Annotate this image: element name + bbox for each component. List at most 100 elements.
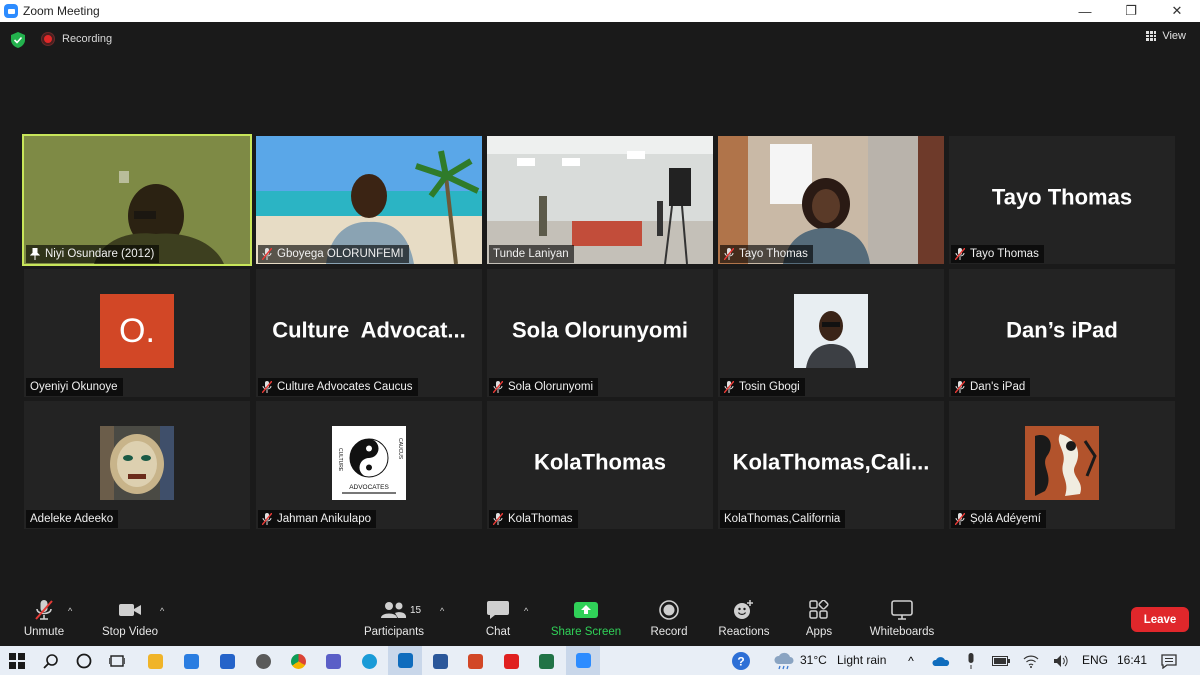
video-tile-tosin-gbogi[interactable]: Tosin Gbogi — [718, 269, 944, 397]
video-tile-dans-ipad[interactable]: Dan’s iPad Dan's iPad — [949, 269, 1175, 397]
participant-name: Oyeniyi Okunoye — [30, 381, 118, 393]
video-tile-tayo-thomas[interactable]: Tayo Thomas Tayo Thomas — [949, 136, 1175, 264]
weather-description[interactable]: Light rain — [837, 653, 886, 667]
video-tile-gboyega[interactable]: Gboyega OLORUNFEMI — [256, 136, 482, 264]
word-icon[interactable] — [429, 650, 451, 672]
participant-name: Ṣọlá Adéyẹmí — [970, 513, 1041, 525]
reactions-button[interactable]: Reactions — [704, 596, 784, 646]
share-screen-icon — [574, 602, 598, 618]
mail-icon[interactable] — [216, 650, 238, 672]
video-tile-adeleke-adeeko[interactable]: Adeleke Adeeko — [24, 401, 250, 529]
participant-name: Dan's iPad — [970, 381, 1026, 393]
unmute-button[interactable]: Unmute — [4, 596, 84, 646]
weather-temperature[interactable]: 31°C — [800, 653, 827, 667]
share-screen-button[interactable]: Share Screen — [546, 596, 626, 646]
outlook-icon[interactable] — [388, 646, 422, 675]
stop-video-button[interactable]: Stop Video — [90, 596, 170, 646]
encryption-shield-icon[interactable] — [11, 32, 25, 48]
whiteboards-button[interactable]: Whiteboards — [862, 596, 942, 646]
help-icon[interactable]: ? — [730, 650, 752, 672]
participant-name: Tosin Gbogi — [739, 381, 800, 393]
close-button[interactable]: ✕ — [1154, 0, 1200, 22]
participant-display-name: KolaThomas,Cali... — [732, 449, 930, 475]
minimize-button[interactable]: — — [1062, 0, 1108, 22]
cortana-icon[interactable] — [73, 650, 95, 672]
audio-options-caret-icon[interactable]: ^ — [68, 606, 78, 616]
record-label: Record — [650, 626, 688, 638]
powerpoint-icon[interactable] — [464, 650, 486, 672]
participant-name-tag: Sola Olorunyomi — [489, 378, 599, 396]
recording-indicator[interactable]: Recording — [42, 33, 112, 45]
apps-button[interactable]: Apps — [779, 596, 859, 646]
grid-icon — [1146, 31, 1157, 41]
file-explorer-icon[interactable] — [144, 650, 166, 672]
video-tile-tunde-laniyan[interactable]: Tunde Laniyan — [487, 136, 713, 264]
participant-name-tag: Tayo Thomas — [951, 245, 1044, 263]
onedrive-icon[interactable] — [930, 650, 952, 672]
participant-name-tag: Niyi Osundare (2012) — [26, 245, 160, 263]
avatar — [100, 426, 174, 500]
participants-options-caret-icon[interactable]: ^ — [440, 606, 450, 616]
participants-button[interactable]: Participants — [354, 596, 434, 646]
participant-display-name: Sola Olorunyomi — [511, 317, 689, 343]
participant-name-tag: Tosin Gbogi — [720, 378, 805, 396]
record-button[interactable]: Record — [629, 596, 709, 646]
chevron-up-icon[interactable]: ^ — [900, 650, 922, 672]
windows-start-icon[interactable] — [6, 650, 28, 672]
battery-icon[interactable] — [990, 650, 1012, 672]
teams-icon[interactable] — [322, 650, 344, 672]
clock[interactable]: 16:41 — [1117, 653, 1147, 667]
search-icon[interactable] — [40, 650, 62, 672]
zoom-app-icon — [4, 4, 18, 18]
participant-name-tag: Tayo Thomas — [720, 245, 813, 263]
participants-label: Participants — [363, 626, 425, 638]
video-tile-sola-adeyemi[interactable]: Ṣọlá Adéyẹmí — [949, 401, 1175, 529]
video-tile-jahman-anikulapo[interactable]: CULTURE CAUCUS ADVOCATES Jahman Anikulap… — [256, 401, 482, 529]
microphone-icon[interactable] — [960, 650, 982, 672]
video-tile-kolathomas-california[interactable]: KolaThomas,Cali... KolaThomas,California — [718, 401, 944, 529]
participant-name: Sola Olorunyomi — [508, 381, 594, 393]
culture-advocates-logo: CULTURE CAUCUS ADVOCATES — [332, 426, 406, 500]
video-tile-oyeniyi-okunoye[interactable]: O. Oyeniyi Okunoye — [24, 269, 250, 397]
share-screen-label: Share Screen — [550, 626, 622, 638]
vpn-icon[interactable] — [252, 650, 274, 672]
language-indicator[interactable]: ENG — [1082, 653, 1108, 667]
video-tile-kolathomas[interactable]: KolaThomas KolaThomas — [487, 401, 713, 529]
edge-icon[interactable] — [358, 650, 380, 672]
leave-button[interactable]: Leave — [1131, 607, 1189, 632]
excel-icon[interactable] — [535, 650, 557, 672]
video-tile-niyi-osundare[interactable]: Niyi Osundare (2012) — [22, 134, 252, 266]
zoom-taskbar-icon[interactable] — [566, 646, 600, 675]
avatar: O. — [100, 294, 174, 368]
video-tile-culture-advocates[interactable]: Culture Advocat... Culture Advocates Cau… — [256, 269, 482, 397]
participant-name: Jahman Anikulapo — [277, 513, 371, 525]
notifications-icon[interactable] — [1158, 650, 1180, 672]
meeting-toolbar: Unmute ^ Stop Video ^ Participants 15 ^ … — [0, 596, 1200, 646]
acrobat-icon[interactable] — [500, 650, 522, 672]
video-camera-icon — [119, 604, 141, 616]
video-tile-tayo-thomas-video[interactable]: Tayo Thomas — [718, 136, 944, 264]
participant-name: Adeleke Adeeko — [30, 513, 114, 525]
microsoft-store-icon[interactable] — [180, 650, 202, 672]
wifi-icon[interactable] — [1020, 650, 1042, 672]
volume-icon[interactable] — [1050, 650, 1072, 672]
chrome-icon[interactable] — [287, 650, 309, 672]
muted-mic-icon — [262, 513, 272, 525]
video-options-caret-icon[interactable]: ^ — [160, 606, 170, 616]
task-view-icon[interactable] — [106, 650, 128, 672]
participant-name-tag: Tunde Laniyan — [489, 245, 574, 263]
participant-display-name: KolaThomas — [533, 449, 667, 475]
chat-options-caret-icon[interactable]: ^ — [524, 606, 534, 616]
svg-text:?: ? — [737, 655, 744, 669]
participant-name-tag: Gboyega OLORUNFEMI — [258, 245, 409, 263]
avatar — [794, 294, 868, 368]
chat-button[interactable]: Chat — [458, 596, 538, 646]
participant-name-tag: Adeleke Adeeko — [26, 510, 119, 528]
restore-button[interactable]: ❐ — [1108, 0, 1154, 22]
participant-display-name: Dan’s iPad — [1006, 317, 1118, 343]
view-button[interactable]: View — [1146, 30, 1186, 42]
video-tile-sola-olorunyomi[interactable]: Sola Olorunyomi Sola Olorunyomi — [487, 269, 713, 397]
participant-name: Niyi Osundare (2012) — [45, 248, 155, 260]
participant-name: Tayo Thomas — [739, 248, 808, 260]
windows-taskbar: ? 31°C Light rain ^ ENG 16:41 — [0, 646, 1200, 675]
